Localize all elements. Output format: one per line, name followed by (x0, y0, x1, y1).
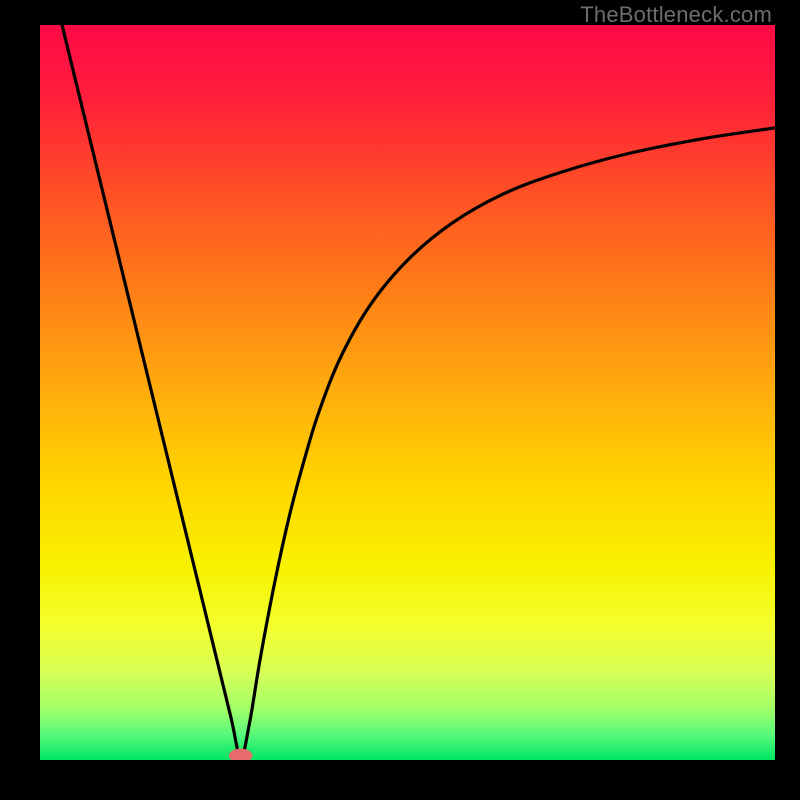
plot-area (40, 25, 775, 760)
chart-frame: TheBottleneck.com (0, 0, 800, 800)
chart-svg (40, 25, 775, 760)
